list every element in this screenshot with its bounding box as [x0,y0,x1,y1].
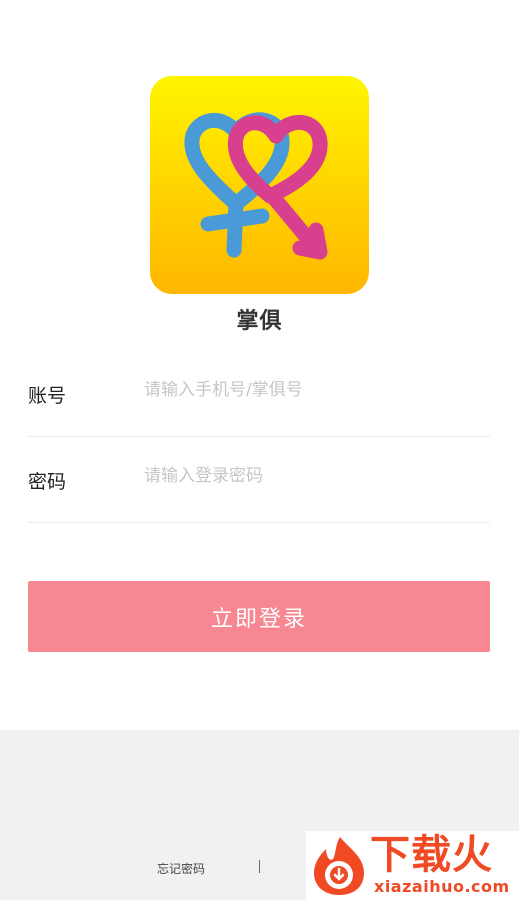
password-input[interactable] [144,460,484,492]
app-name: 掌俱 [236,309,283,334]
password-label: 密码 [28,471,67,493]
forgot-password-link[interactable]: 忘记密码 [157,860,205,877]
watermark: 下载火 xiazaihuo.com [306,831,519,900]
flame-logo-icon [314,837,364,895]
login-button[interactable]: 立即登录 [28,581,490,652]
account-row: 账号 [28,350,490,437]
account-input[interactable] [144,374,484,406]
watermark-title: 下载火 [370,832,493,878]
footer-divider [259,860,260,873]
app-logo-icon [150,76,369,294]
password-row: 密码 [28,436,490,523]
watermark-subtitle: xiazaihuo.com [374,877,510,896]
account-label: 账号 [28,385,67,407]
